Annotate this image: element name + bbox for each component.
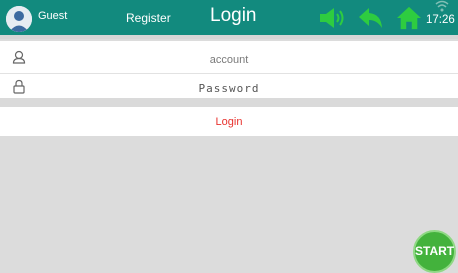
clock-time: 17:26 — [426, 14, 455, 26]
register-link[interactable]: Register — [126, 11, 171, 25]
page-title: Login — [210, 5, 257, 26]
password-input[interactable]: Password — [0, 82, 458, 95]
account-input[interactable]: account — [0, 54, 458, 66]
start-label: START — [415, 244, 455, 258]
user-avatar-icon — [6, 6, 32, 32]
back-icon[interactable] — [358, 6, 384, 30]
avatar[interactable] — [6, 6, 32, 32]
login-row[interactable]: Login — [0, 107, 458, 136]
account-row[interactable]: account — [0, 41, 458, 74]
volume-icon[interactable] — [318, 6, 346, 30]
start-button[interactable]: START — [413, 230, 456, 273]
section-gap — [0, 98, 458, 107]
top-bar: Guest Register Login 17:26 — [0, 0, 458, 35]
home-icon[interactable] — [395, 6, 423, 30]
header-divider — [0, 35, 458, 39]
login-button[interactable]: Login — [0, 116, 458, 128]
wifi-icon — [435, 0, 449, 12]
user-name-label[interactable]: Guest — [38, 10, 67, 22]
password-row[interactable]: Password — [0, 74, 458, 98]
